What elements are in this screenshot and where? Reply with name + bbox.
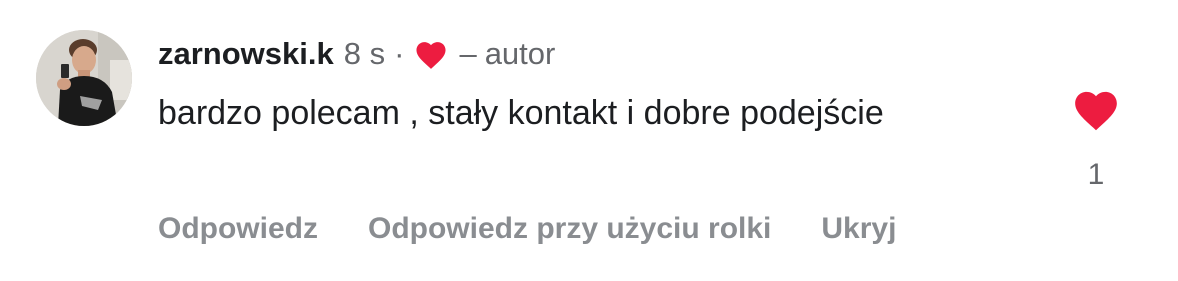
- reply-with-reel-button[interactable]: Odpowiedz przy użyciu rolki: [368, 212, 771, 246]
- hide-button[interactable]: Ukryj: [821, 212, 896, 246]
- comment-actions: Odpowiedz Odpowiedz przy użyciu rolki Uk…: [158, 206, 896, 252]
- avatar[interactable]: [36, 30, 132, 126]
- author-dash: –: [459, 36, 477, 71]
- heart-icon: [416, 42, 446, 69]
- username[interactable]: zarnowski.k: [158, 36, 334, 72]
- heart-icon[interactable]: [1071, 86, 1121, 132]
- reply-button[interactable]: Odpowiedz: [158, 212, 318, 246]
- like-control: 1: [1068, 86, 1124, 192]
- timestamp: 8 s: [343, 36, 386, 71]
- comment-text: bardzo polecam , stały kontakt i dobre p…: [158, 94, 884, 132]
- avatar-photo: [36, 30, 132, 126]
- comment: zarnowski.k 8 s · – autor bardzo polecam…: [0, 0, 1178, 281]
- author-label: autor: [484, 36, 556, 71]
- separator-dot: ·: [394, 36, 405, 71]
- like-count: 1: [1087, 158, 1105, 191]
- comment-header: zarnowski.k 8 s · – autor: [158, 34, 555, 74]
